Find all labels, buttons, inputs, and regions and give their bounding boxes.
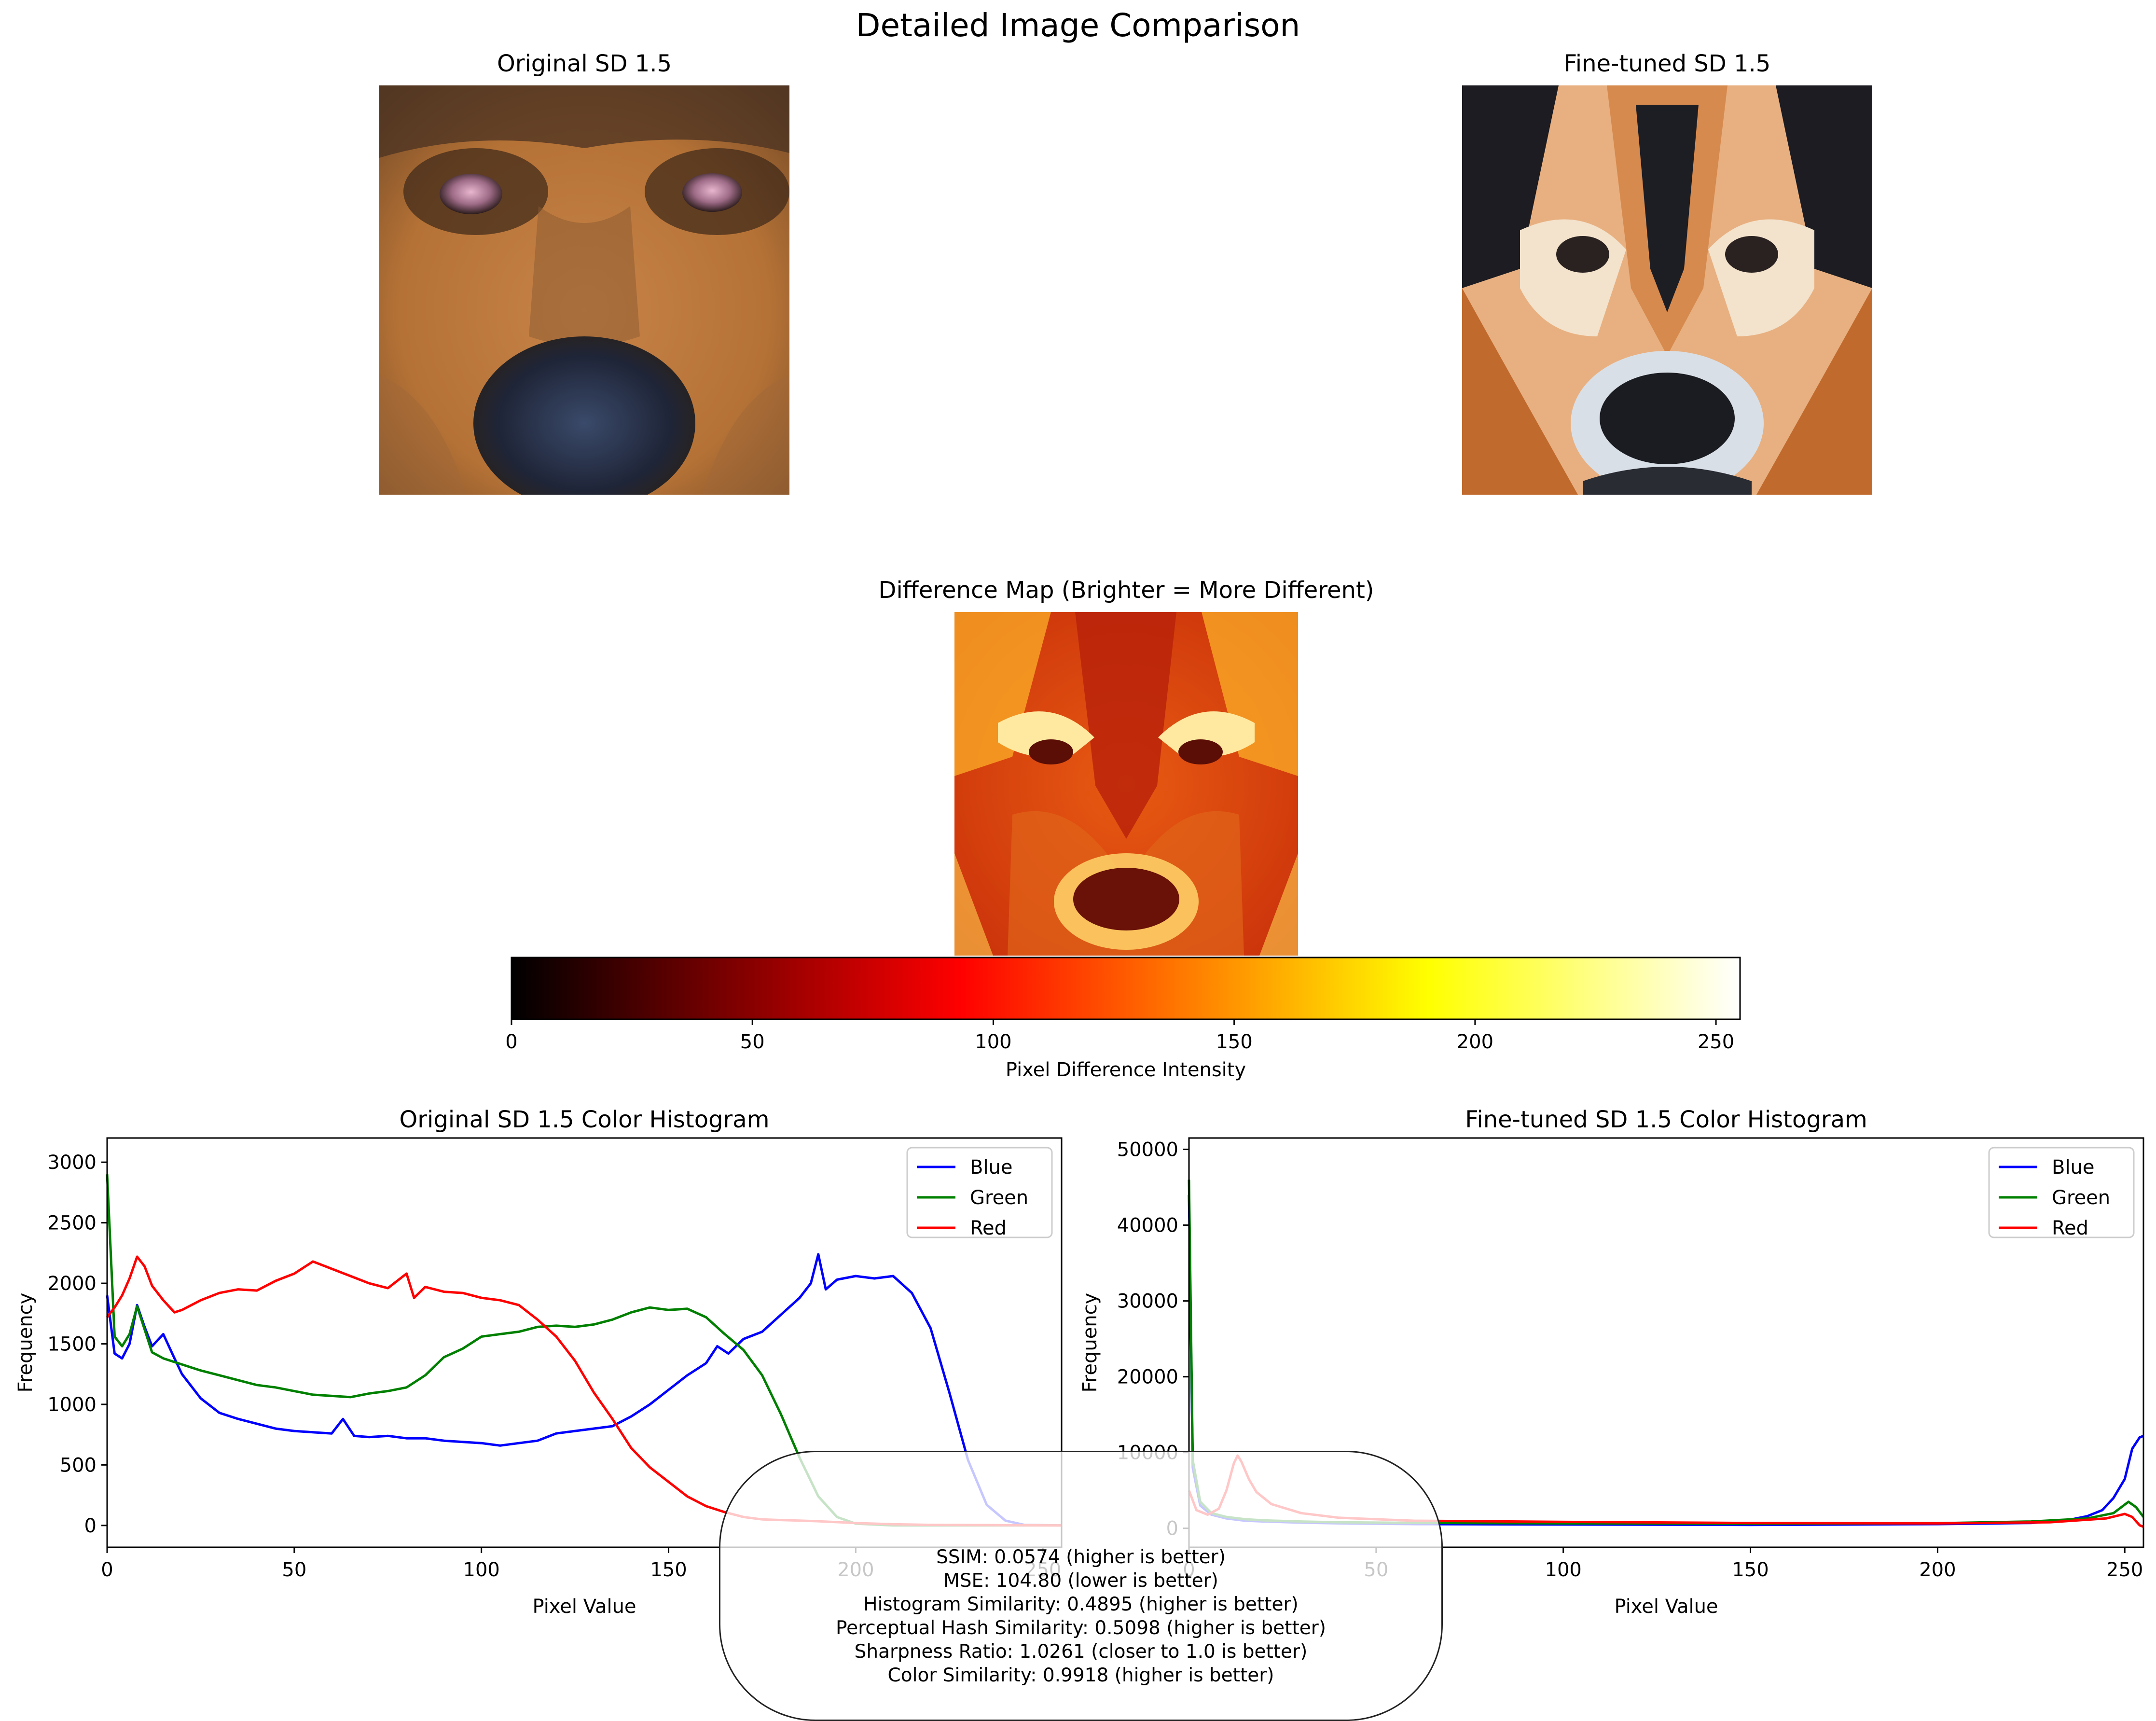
metrics-list: SSIM: 0.0574 (higher is better) MSE: 104… — [719, 1545, 1443, 1687]
y-tick-label: 1000 — [47, 1394, 97, 1416]
y-tick-label: 1500 — [47, 1333, 97, 1356]
colorbar-gradient — [511, 957, 1741, 1020]
histogram-title: Fine-tuned SD 1.5 Color Histogram — [1465, 1106, 1867, 1133]
legend-label-red: Red — [2052, 1217, 2088, 1239]
legend-label-blue: Blue — [2052, 1156, 2095, 1179]
metric-sharpness-ratio: Sharpness Ratio: 1.0261 (closer to 1.0 i… — [854, 1641, 1308, 1663]
metric-perceptual-hash-similarity: Perceptual Hash Similarity: 0.5098 (high… — [835, 1617, 1327, 1639]
metric-ssim: SSIM: 0.0574 (higher is better) — [936, 1546, 1226, 1568]
y-tick-label: 3000 — [47, 1152, 97, 1174]
difference-map-title: Difference Map (Brighter = More Differen… — [878, 577, 1374, 604]
colorbar-tick-label: 0 — [505, 1031, 517, 1053]
colorbar-tick-label: 250 — [1698, 1031, 1734, 1053]
legend-label-green: Green — [2052, 1187, 2110, 1209]
original-image-title: Original SD 1.5 — [497, 50, 672, 77]
colorbar-tick-label: 200 — [1457, 1031, 1493, 1053]
x-tick-label: 50 — [282, 1559, 306, 1581]
finetuned-image-title: Fine-tuned SD 1.5 — [1563, 50, 1771, 77]
x-tick-label: 200 — [1919, 1559, 1956, 1581]
legend-label-red: Red — [970, 1217, 1007, 1239]
colorbar-tick-label: 100 — [975, 1031, 1011, 1053]
histogram-title: Original SD 1.5 Color Histogram — [400, 1106, 770, 1133]
x-tick-label: 150 — [650, 1559, 687, 1581]
x-axis-label: Pixel Value — [1614, 1596, 1718, 1618]
x-tick-label: 0 — [101, 1559, 113, 1581]
y-tick-label: 40000 — [1117, 1215, 1178, 1237]
colorbar-label: Pixel Difference Intensity — [1006, 1059, 1246, 1081]
y-axis-label: Frequency — [1079, 1293, 1101, 1393]
y-axis-label: Frequency — [14, 1293, 37, 1393]
x-tick-label: 250 — [2106, 1559, 2143, 1581]
y-tick-label: 2500 — [47, 1212, 97, 1235]
legend: Blue Green Red — [906, 1147, 1053, 1239]
x-tick-label: 100 — [1545, 1559, 1582, 1581]
metric-histogram-similarity: Histogram Similarity: 0.4895 (higher is … — [863, 1594, 1299, 1615]
metric-color-similarity: Color Similarity: 0.9918 (higher is bett… — [887, 1665, 1274, 1686]
legend-label-blue: Blue — [970, 1156, 1013, 1179]
colorbar-ticks: 0 50 100 150 200 250 — [505, 1019, 1734, 1053]
colorbar-tick-label: 150 — [1216, 1031, 1252, 1053]
y-tick-label: 50000 — [1117, 1139, 1178, 1161]
y-tick-label: 500 — [60, 1454, 97, 1476]
original-dog-image — [379, 85, 789, 495]
y-tick-label: 2000 — [47, 1273, 97, 1295]
x-tick-label: 100 — [463, 1559, 500, 1581]
x-axis-label: Pixel Value — [532, 1596, 636, 1618]
figure-title: Detailed Image Comparison — [856, 7, 1300, 44]
metric-mse: MSE: 104.80 (lower is better) — [943, 1570, 1218, 1592]
legend-label-green: Green — [970, 1187, 1028, 1209]
x-tick-label: 150 — [1732, 1559, 1769, 1581]
colorbar: 0 50 100 150 200 250 Pixel Difference Intensi… — [505, 957, 1741, 1081]
legend: Blue Green Red — [1988, 1147, 2135, 1239]
y-tick-label: 20000 — [1117, 1366, 1178, 1388]
difference-map-image — [954, 612, 1298, 956]
y-tick-label: 0 — [84, 1515, 97, 1537]
colorbar-tick-label: 50 — [740, 1031, 765, 1053]
finetuned-dog-image — [1462, 85, 1872, 495]
y-tick-label: 30000 — [1117, 1291, 1178, 1313]
